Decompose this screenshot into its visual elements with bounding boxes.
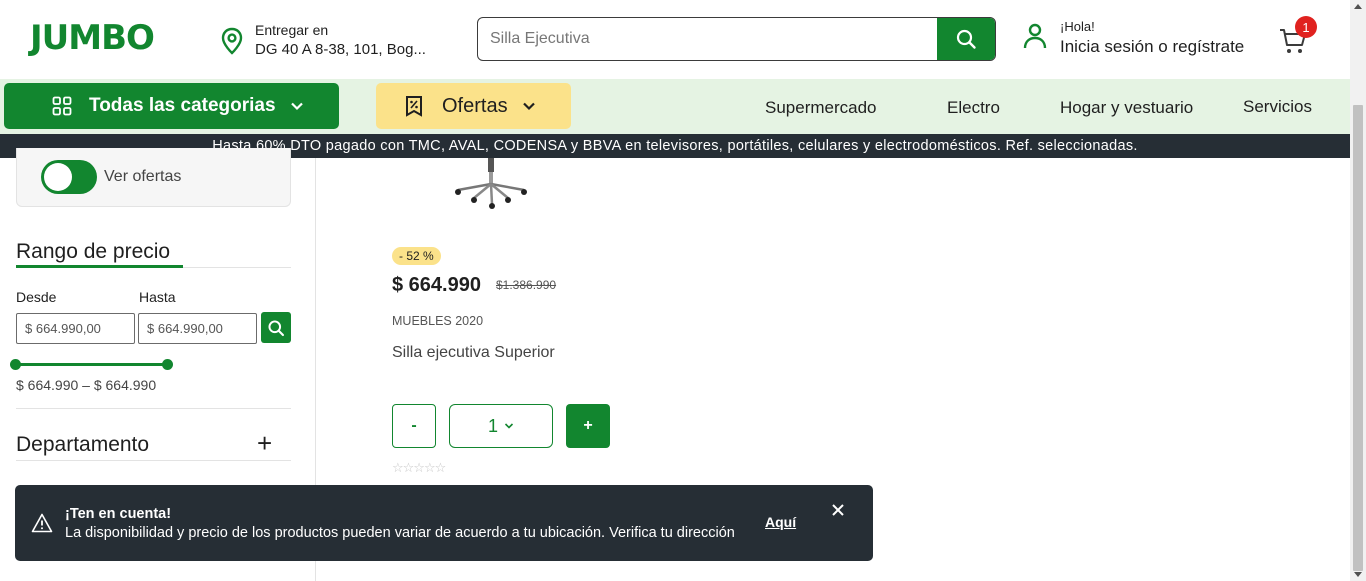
search-icon xyxy=(268,319,285,336)
toggle-knob xyxy=(44,163,72,191)
from-label: Desde xyxy=(16,289,57,305)
login-link[interactable]: Inicia sesión o regístrate xyxy=(1060,37,1244,57)
product-old-price: $1.386.990 xyxy=(496,278,557,292)
offer-tag-icon xyxy=(406,96,422,117)
offers-toggle[interactable] xyxy=(41,160,97,194)
department-title[interactable]: Departamento xyxy=(16,433,149,457)
delivery-label: Entregar en xyxy=(255,22,329,38)
chevron-down-icon xyxy=(290,102,303,111)
scroll-up-arrow-icon[interactable] xyxy=(1354,4,1362,9)
chevron-down-icon xyxy=(504,423,514,429)
location-notice-toast: ¡Ten en cuenta! La disponibilidad y prec… xyxy=(15,485,873,561)
divider xyxy=(16,408,291,409)
toast-message: La disponibilidad y precio de los produc… xyxy=(65,525,735,541)
nav-link-supermercado[interactable]: Supermercado xyxy=(765,98,877,118)
cart-count-badge: 1 xyxy=(1295,16,1317,38)
all-categories-button[interactable]: Todas las categorias xyxy=(4,83,339,129)
offers-toggle-label: Ver ofertas xyxy=(104,168,182,185)
search-input[interactable] xyxy=(478,18,938,60)
product-price: $ 664.990 xyxy=(392,274,481,296)
warning-icon xyxy=(31,513,53,533)
product-image[interactable] xyxy=(448,158,534,214)
discount-badge: - 52 % xyxy=(392,247,441,265)
page: JUMBO Entregar en DG 40 A 8-38, 101, Bog… xyxy=(0,0,1366,581)
chevron-down-icon xyxy=(522,102,535,111)
nav-link-hogar[interactable]: Hogar y vestuario xyxy=(1060,98,1193,118)
offers-label: Ofertas xyxy=(442,94,508,117)
delivery-address: DG 40 A 8-38, 101, Bog... xyxy=(255,41,426,58)
header: JUMBO Entregar en DG 40 A 8-38, 101, Bog… xyxy=(0,0,1350,79)
divider xyxy=(16,460,291,461)
all-categories-label: Todas las categorias xyxy=(89,95,276,116)
user-icon xyxy=(1023,23,1047,49)
search-button[interactable] xyxy=(937,18,995,60)
increase-quantity-button[interactable]: + xyxy=(566,404,610,448)
main-nav: Todas las categorias Ofertas Supermercad… xyxy=(0,79,1350,134)
scrollbar-thumb[interactable] xyxy=(1353,105,1363,571)
price-from-input[interactable] xyxy=(16,313,135,344)
price-range-text: $ 664.990 – $ 664.990 xyxy=(16,377,157,393)
toast-title: ¡Ten en cuenta! xyxy=(65,506,172,522)
offers-filter-box: Ver ofertas xyxy=(16,148,291,207)
decrease-quantity-button[interactable]: - xyxy=(392,404,436,448)
close-icon[interactable] xyxy=(830,502,846,518)
price-slider-min-handle[interactable] xyxy=(10,359,21,370)
price-range-title: Rango de precio xyxy=(16,240,171,263)
location-pin-icon xyxy=(221,27,243,55)
product-brand: MUEBLES 2020 xyxy=(392,314,484,328)
jumbo-logo[interactable]: JUMBO xyxy=(30,18,155,58)
to-label: Hasta xyxy=(139,289,176,305)
offers-button[interactable]: Ofertas xyxy=(376,83,571,129)
greeting-text: ¡Hola! xyxy=(1060,19,1095,34)
price-slider-track xyxy=(10,359,173,370)
price-slider-max-handle[interactable] xyxy=(162,359,173,370)
nav-link-electro[interactable]: Electro xyxy=(947,98,1000,118)
page-scrollbar[interactable] xyxy=(1350,0,1366,581)
cart-button[interactable]: 1 xyxy=(1278,16,1318,56)
quantity-value: 1 xyxy=(487,415,498,436)
grid-icon xyxy=(52,96,72,116)
price-to-input[interactable] xyxy=(138,313,257,344)
nav-link-servicios[interactable]: Servicios xyxy=(1243,97,1312,117)
search-icon xyxy=(956,29,976,49)
title-underline xyxy=(16,265,183,268)
price-search-button[interactable] xyxy=(261,312,291,343)
toast-link-aqui[interactable]: Aquí xyxy=(765,514,796,530)
scroll-down-arrow-icon[interactable] xyxy=(1354,572,1362,577)
search-bar xyxy=(477,17,996,61)
product-name[interactable]: Silla ejecutiva Superior xyxy=(392,344,555,362)
user-account[interactable]: ¡Hola! Inicia sesión o regístrate xyxy=(1020,18,1260,62)
quantity-select[interactable]: 1 xyxy=(449,404,553,448)
delivery-location[interactable]: Entregar en DG 40 A 8-38, 101, Bog... xyxy=(220,20,430,62)
rating-stars: ☆☆☆☆☆ xyxy=(392,460,446,475)
expand-plus-icon[interactable]: + xyxy=(257,430,272,456)
